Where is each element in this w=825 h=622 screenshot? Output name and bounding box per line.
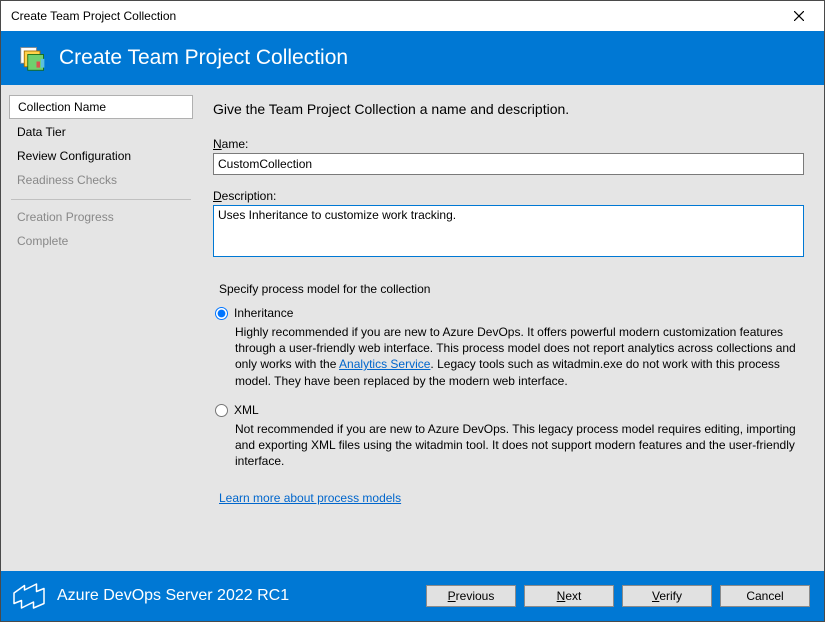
description-label: Description: xyxy=(213,189,804,203)
radio-inheritance-row[interactable]: Inheritance xyxy=(213,306,804,320)
page-heading: Give the Team Project Collection a name … xyxy=(213,101,804,117)
title-bar: Create Team Project Collection xyxy=(1,1,824,31)
radio-xml-label: XML xyxy=(234,403,259,417)
sidebar-item-readiness-checks: Readiness Checks xyxy=(9,169,193,191)
previous-button[interactable]: Previous xyxy=(426,585,516,607)
collection-icon xyxy=(19,44,47,72)
banner-title: Create Team Project Collection xyxy=(59,46,348,70)
radio-inheritance-label: Inheritance xyxy=(234,306,293,320)
radio-xml-desc: Not recommended if you are new to Azure … xyxy=(235,421,804,470)
body: Collection Name Data Tier Review Configu… xyxy=(1,85,824,571)
sidebar-item-creation-progress: Creation Progress xyxy=(9,206,193,228)
sidebar: Collection Name Data Tier Review Configu… xyxy=(1,85,201,571)
window-title: Create Team Project Collection xyxy=(11,9,782,23)
sidebar-item-review-configuration[interactable]: Review Configuration xyxy=(9,145,193,167)
radio-xml-row[interactable]: XML xyxy=(213,403,804,417)
content-panel: Give the Team Project Collection a name … xyxy=(201,85,824,571)
sidebar-item-complete: Complete xyxy=(9,230,193,252)
cancel-button[interactable]: Cancel xyxy=(720,585,810,607)
radio-inheritance[interactable] xyxy=(215,307,228,320)
learn-more-link[interactable]: Learn more about process models xyxy=(219,491,401,505)
close-icon xyxy=(794,11,804,21)
radio-inheritance-desc: Highly recommended if you are new to Azu… xyxy=(235,324,804,389)
footer-product: Azure DevOps Server 2022 RC1 xyxy=(57,587,418,605)
verify-button[interactable]: Verify xyxy=(622,585,712,607)
sidebar-item-collection-name[interactable]: Collection Name xyxy=(9,95,193,119)
banner: Create Team Project Collection xyxy=(1,31,824,85)
analytics-service-link[interactable]: Analytics Service xyxy=(339,357,430,371)
description-input[interactable]: Uses Inheritance to customize work track… xyxy=(213,205,804,257)
sidebar-item-data-tier[interactable]: Data Tier xyxy=(9,121,193,143)
sidebar-separator xyxy=(11,199,191,200)
name-label: Name: xyxy=(213,137,804,151)
process-model-section-label: Specify process model for the collection xyxy=(219,282,804,296)
close-button[interactable] xyxy=(782,4,816,28)
devops-icon xyxy=(11,578,47,614)
next-button[interactable]: Next xyxy=(524,585,614,607)
radio-xml[interactable] xyxy=(215,404,228,417)
footer: Azure DevOps Server 2022 RC1 Previous Ne… xyxy=(1,571,824,621)
name-input[interactable] xyxy=(213,153,804,175)
